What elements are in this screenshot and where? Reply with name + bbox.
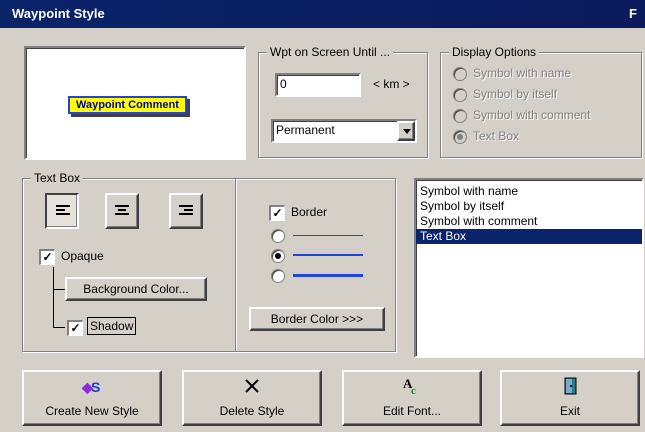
border-color-label: Border Color >>>: [270, 312, 364, 326]
style-preview: Waypoint Comment: [24, 46, 246, 160]
radio-text-box[interactable]: [453, 130, 467, 144]
list-item[interactable]: Symbol with name: [416, 184, 642, 199]
display-options-group: Display Options Symbol with name Symbol …: [440, 44, 642, 158]
list-item-selected[interactable]: Text Box: [416, 229, 642, 244]
svg-text:S: S: [91, 379, 100, 395]
duration-select[interactable]: Permanent: [271, 119, 417, 143]
list-item[interactable]: Symbol by itself: [416, 199, 642, 214]
text-box-legend: Text Box: [31, 170, 84, 186]
preview-textbox: Waypoint Comment: [68, 96, 187, 114]
window-title: Waypoint Style: [12, 6, 105, 21]
border-label: Border: [291, 205, 328, 219]
exit-button[interactable]: Exit: [500, 370, 640, 426]
list-item[interactable]: Symbol with comment: [416, 214, 642, 229]
align-left-icon: [56, 205, 70, 215]
background-color-button[interactable]: Background Color...: [65, 277, 207, 301]
option-label: Text Box: [473, 129, 520, 143]
delete-style-label: Delete Style: [219, 404, 285, 418]
preview-text: Waypoint Comment: [76, 99, 179, 111]
align-left-button[interactable]: [45, 193, 79, 229]
option-label: Symbol with name: [473, 66, 572, 80]
distance-unit-label: < km >: [373, 77, 410, 91]
tree-line: [53, 327, 65, 328]
border-checkbox[interactable]: ✓: [269, 205, 285, 221]
radio-symbol-with-name[interactable]: [453, 67, 467, 81]
distance-input[interactable]: 0: [275, 73, 361, 97]
text-box-group: Text Box ✓ Opaque Background Color... ✓ …: [22, 170, 396, 352]
opaque-checkbox[interactable]: ✓: [39, 249, 55, 265]
tree-line: [53, 289, 65, 290]
dropdown-button[interactable]: [397, 121, 415, 141]
edit-font-button[interactable]: A c Edit Font...: [342, 370, 482, 426]
border-width-thick-radio[interactable]: [271, 269, 285, 283]
align-right-button[interactable]: [169, 193, 203, 229]
align-center-icon: [115, 205, 129, 215]
align-center-button[interactable]: [105, 193, 139, 229]
shadow-label-box: Shadow: [87, 317, 137, 335]
radio-symbol-by-itself[interactable]: [453, 88, 467, 102]
border-width-thin-radio[interactable]: [271, 229, 285, 243]
create-new-style-button[interactable]: ◆ S Create New Style: [22, 370, 162, 426]
title-bar[interactable]: Waypoint Style F: [0, 0, 645, 28]
delete-icon: [245, 379, 259, 393]
shadow-checkbox[interactable]: ✓: [67, 320, 83, 336]
delete-style-button[interactable]: Delete Style: [182, 370, 322, 426]
option-label: Symbol by itself: [473, 87, 558, 101]
border-width-medium-sample: [293, 254, 363, 256]
svg-text:c: c: [411, 385, 416, 396]
exit-label: Exit: [559, 404, 580, 418]
duration-value: Permanent: [276, 123, 335, 137]
display-options-legend: Display Options: [449, 44, 540, 60]
group-divider: [235, 179, 236, 351]
exit-door-icon: [564, 377, 577, 395]
create-new-style-label: Create New Style: [45, 404, 139, 418]
border-color-button[interactable]: Border Color >>>: [249, 307, 385, 331]
chevron-down-icon: [403, 129, 411, 134]
new-style-icon: ◆ S: [82, 379, 100, 395]
opaque-label: Opaque: [61, 249, 104, 263]
tree-line: [53, 267, 54, 327]
edit-font-label: Edit Font...: [382, 404, 442, 418]
border-width-medium-radio[interactable]: [271, 249, 285, 263]
border-width-thin-sample: [293, 235, 363, 236]
radio-symbol-with-comment[interactable]: [453, 109, 467, 123]
option-label: Symbol with comment: [473, 108, 591, 122]
window-title-fragment: F: [629, 6, 637, 21]
align-right-icon: [179, 205, 193, 215]
shadow-label: Shadow: [90, 319, 134, 333]
border-width-thick-sample: [293, 274, 363, 277]
font-icon: A c: [403, 376, 416, 396]
style-list[interactable]: Symbol with name Symbol by itself Symbol…: [414, 178, 644, 358]
background-color-label: Background Color...: [83, 282, 189, 296]
wpt-on-screen-legend: Wpt on Screen Until ...: [267, 44, 394, 60]
wpt-on-screen-group: Wpt on Screen Until ... 0 < km > Permane…: [258, 44, 428, 158]
distance-value: 0: [280, 77, 287, 91]
